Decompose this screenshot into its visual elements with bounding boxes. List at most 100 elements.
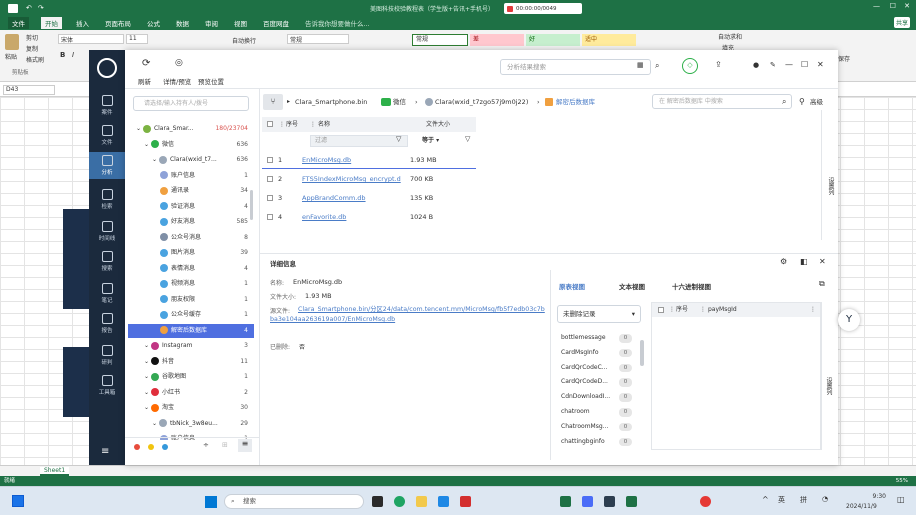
- nav-item[interactable]: 检索: [89, 186, 125, 213]
- minimize-icon[interactable]: —: [785, 60, 793, 69]
- explorer-icon[interactable]: [416, 496, 427, 507]
- table-list-scrollbar[interactable]: [640, 340, 644, 366]
- file-name-link[interactable]: enFavorite.db: [302, 208, 346, 226]
- row-checkbox[interactable]: [267, 214, 273, 220]
- format-painter-button[interactable]: 格式刷: [26, 55, 44, 64]
- tree-node[interactable]: 图片消息 39: [128, 246, 254, 260]
- nav-item[interactable]: 时间线: [89, 218, 125, 245]
- collapse-icon[interactable]: ÷: [203, 441, 209, 449]
- tab-insert[interactable]: 插入: [74, 17, 91, 29]
- db-table-item[interactable]: CdnDownloadI... 0: [559, 390, 641, 405]
- nav-item[interactable]: 笔记: [89, 280, 125, 307]
- breadcrumb-account[interactable]: Clara(wxid_t7zgo57j9m0j22): [435, 93, 528, 111]
- nav-item[interactable]: 文件: [89, 122, 125, 149]
- notification-icon[interactable]: ◫: [897, 495, 905, 504]
- row-checkbox[interactable]: [267, 176, 273, 182]
- record-filter-select[interactable]: 未删除记录 ▾: [557, 305, 641, 323]
- chevron-left-icon[interactable]: ▸: [287, 93, 290, 111]
- tab-data[interactable]: 数据: [174, 17, 191, 29]
- row-checkbox[interactable]: [267, 157, 273, 163]
- excel-taskbar-icon[interactable]: [560, 496, 571, 507]
- col-index[interactable]: 序号: [286, 117, 298, 132]
- tag-icon[interactable]: ◇: [682, 58, 698, 74]
- app-icon[interactable]: [438, 496, 449, 507]
- eye-slash-icon[interactable]: ◎: [175, 58, 183, 68]
- db-table-item[interactable]: chattingbginfo 0: [559, 435, 641, 450]
- save-button[interactable]: 保存: [838, 54, 850, 63]
- maximize-icon[interactable]: ☐: [801, 60, 808, 69]
- font-name-select[interactable]: 宋体: [58, 34, 124, 44]
- number-format-select[interactable]: 常规: [287, 34, 349, 44]
- maximize-icon[interactable]: ☐: [890, 2, 896, 10]
- clock-date[interactable]: 2024/11/9: [846, 503, 877, 510]
- breadcrumb-device[interactable]: Clara_Smartphone.bin: [295, 93, 367, 111]
- tree-node[interactable]: 通讯录 34: [128, 184, 254, 198]
- tree-node[interactable]: 解密后数据库 4: [128, 323, 254, 338]
- db-table-item[interactable]: bottlemessage 0: [559, 331, 641, 346]
- col-size[interactable]: 文件大小: [426, 117, 450, 132]
- style-normal[interactable]: 常规: [412, 34, 468, 46]
- chevron-down-icon[interactable]: ⌄: [144, 373, 151, 380]
- col-name[interactable]: 名称: [318, 117, 330, 132]
- nav-item[interactable]: 搜索: [89, 248, 125, 275]
- menu-icon[interactable]: ≡: [101, 446, 109, 457]
- nav-item[interactable]: 报告: [89, 310, 125, 337]
- select-all-checkbox[interactable]: [267, 121, 273, 127]
- nav-item[interactable]: 工具箱: [89, 372, 125, 399]
- settings-icon[interactable]: ⚙: [780, 257, 787, 266]
- wifi-icon[interactable]: ◔: [822, 495, 828, 503]
- col-paymsgid[interactable]: payMsgId: [708, 303, 737, 317]
- chevron-down-icon[interactable]: ⌄: [144, 404, 151, 411]
- tree-node[interactable]: 公众号消息 8: [128, 231, 254, 245]
- tab-view[interactable]: 视图: [232, 17, 249, 29]
- assistant-float-icon[interactable]: Y: [838, 309, 860, 331]
- file-name-link[interactable]: FTS5IndexMicroMsg_encrypt.d: [302, 170, 401, 188]
- font-size-select[interactable]: 11: [126, 34, 148, 44]
- db-table-item[interactable]: ChatroomMsg... 0: [559, 420, 641, 435]
- search-icon[interactable]: ⌕: [782, 93, 786, 111]
- tray-chevron-icon[interactable]: ^: [762, 495, 769, 504]
- chevron-down-icon[interactable]: ⌄: [144, 358, 151, 365]
- app-icon[interactable]: [460, 496, 471, 507]
- file-row[interactable]: 4 enFavorite.db 1024 B: [262, 208, 476, 226]
- paste-label[interactable]: 粘贴: [5, 52, 17, 61]
- chevron-down-icon[interactable]: ⌄: [152, 156, 159, 163]
- minimize-icon[interactable]: —: [873, 2, 880, 10]
- tab-raw-table[interactable]: 原表视图: [559, 281, 585, 291]
- result-search-input[interactable]: 分析结果搜索: [500, 59, 651, 75]
- file-row[interactable]: 2 FTS5IndexMicroMsg_encrypt.d 700 KB: [262, 170, 476, 188]
- refresh-button[interactable]: 刷新: [138, 76, 151, 86]
- taskbar-search[interactable]: ⌕ 搜索: [224, 494, 364, 509]
- nav-item[interactable]: 案件: [89, 92, 125, 119]
- copy-button[interactable]: 复制: [26, 44, 38, 53]
- tree-node[interactable]: ⌄ 抖音 11: [128, 355, 254, 369]
- db-table-item[interactable]: CardQrCodeC... 0: [559, 361, 641, 376]
- tab-file[interactable]: 文件: [8, 17, 29, 29]
- tab-home[interactable]: 开始: [41, 17, 62, 29]
- tree-node[interactable]: 好友消息 585: [128, 215, 254, 229]
- tree-node[interactable]: 公众号缓存 1: [128, 308, 254, 322]
- bold-icon[interactable]: B: [60, 51, 65, 59]
- detail-path-link[interactable]: Clara_Smartphone.bin/分区24/data/com.tence…: [270, 305, 545, 325]
- ime-mode[interactable]: 拼: [800, 495, 807, 505]
- tell-me-search[interactable]: 告诉我你想要做什么...: [303, 17, 372, 29]
- cut-button[interactable]: 剪切: [26, 33, 38, 42]
- branch-icon[interactable]: ⑂: [263, 94, 283, 110]
- close-icon[interactable]: ✕: [904, 2, 910, 10]
- tree-node[interactable]: 账户信息 1: [128, 169, 254, 183]
- select-all-checkbox[interactable]: [658, 307, 664, 313]
- name-box[interactable]: D43: [3, 85, 55, 95]
- chrome-icon[interactable]: [700, 496, 711, 507]
- advanced-search-icon[interactable]: ⚲: [799, 93, 805, 111]
- record-grid[interactable]: ⋮ 序号 ⋮ payMsgId ⋮: [651, 302, 821, 450]
- app-icon[interactable]: [626, 496, 637, 507]
- tree-node[interactable]: ⌄ 小红书 2: [128, 386, 254, 400]
- edge-icon[interactable]: [394, 496, 405, 507]
- screen-recorder[interactable]: 00:00:00/0049: [504, 3, 582, 14]
- list-search-input[interactable]: 在 解密后数据库 中搜索: [652, 94, 792, 109]
- yellow-dot-icon[interactable]: [148, 444, 154, 450]
- tab-baidu[interactable]: 百度网盘: [261, 17, 291, 29]
- blue-dot-icon[interactable]: [162, 444, 168, 450]
- name-filter-input[interactable]: 过滤: [310, 135, 408, 147]
- tree-node[interactable]: 表情消息 4: [128, 262, 254, 276]
